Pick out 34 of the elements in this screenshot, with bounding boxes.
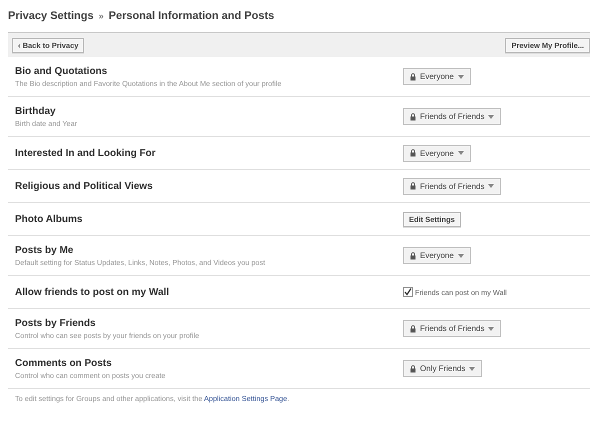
setting-title: Allow friends to post on my Wall xyxy=(15,286,170,298)
page-title: Personal Information and Posts xyxy=(108,10,274,22)
privacy-dropdown[interactable]: Only Friends xyxy=(403,360,482,377)
caret-icon xyxy=(488,184,494,188)
privacy-dropdown[interactable]: Everyone xyxy=(403,247,471,264)
caret-icon xyxy=(488,326,494,330)
privacy-dropdown[interactable]: Friends of Friends xyxy=(403,108,502,125)
caret-icon xyxy=(458,151,464,155)
setting-title: Comments on Posts xyxy=(15,358,113,368)
setting-title: Photo Albums xyxy=(15,214,84,224)
privacy-dropdown[interactable]: Everyone xyxy=(403,68,471,85)
breadcrumb-separator: » xyxy=(98,11,104,21)
privacy-dropdown[interactable]: Friends of Friends xyxy=(403,178,502,194)
setting-title: Birthday xyxy=(15,106,57,116)
privacy-dropdown[interactable]: Friends of Friends xyxy=(403,320,502,337)
setting-title: Bio and Quotations xyxy=(15,66,108,76)
lock-icon xyxy=(410,324,416,332)
checkbox[interactable] xyxy=(403,287,413,297)
breadcrumb-link[interactable]: Privacy Settings xyxy=(8,10,94,22)
caret-icon xyxy=(488,114,494,118)
caret-icon xyxy=(458,254,464,258)
lock-icon xyxy=(410,72,416,80)
lock-icon xyxy=(410,112,416,120)
caret-icon xyxy=(458,74,464,78)
privacy-dropdown[interactable]: Everyone xyxy=(403,144,471,162)
lock-icon xyxy=(410,364,416,372)
lock-icon xyxy=(410,182,416,190)
setting-title: Posts by Friends xyxy=(15,318,97,328)
setting-title: Interested In and Looking For xyxy=(15,148,157,158)
setting-title: Posts by Me xyxy=(15,244,74,256)
setting-title: Religious and Political Views xyxy=(15,180,154,192)
caret-icon xyxy=(469,366,476,370)
lock-icon xyxy=(410,149,416,157)
lock-icon xyxy=(410,252,416,260)
